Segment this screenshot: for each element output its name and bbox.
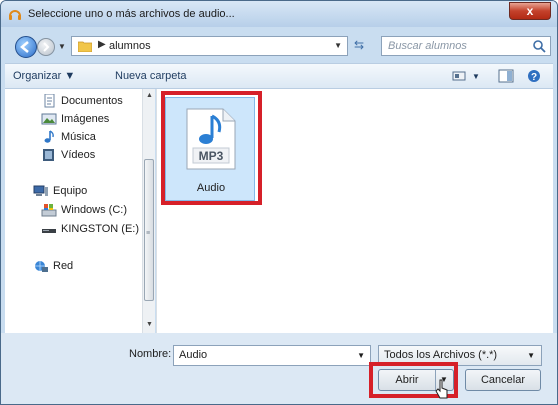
organize-menu[interactable]: Organizar ▼ — [13, 70, 75, 82]
forward-arrow-icon — [43, 42, 50, 52]
document-icon — [44, 94, 55, 108]
music-icon — [44, 130, 54, 143]
back-button[interactable] — [15, 36, 37, 58]
address-dropdown-icon[interactable]: ▼ — [334, 41, 342, 50]
navigation-pane: Documentos Imágenes Música Vídeos Equipo… — [5, 89, 155, 333]
back-arrow-icon — [20, 41, 29, 53]
chevron-down-icon[interactable]: ▼ — [357, 351, 365, 360]
new-folder-button[interactable]: Nueva carpeta — [115, 70, 187, 82]
view-options-icon[interactable] — [452, 69, 466, 83]
mouse-cursor-icon — [435, 379, 448, 399]
file-name-value: Audio — [179, 349, 208, 361]
sidebar-item-equipo[interactable]: Equipo — [33, 182, 87, 200]
search-input[interactable]: Buscar alumnos — [388, 40, 467, 52]
breadcrumb-chevron-icon[interactable]: ▶ — [98, 39, 106, 50]
folder-icon — [78, 41, 92, 52]
cancel-button[interactable]: Cancelar — [465, 369, 541, 391]
drive-icon — [41, 204, 57, 217]
sidebar-item-red[interactable]: Red — [33, 257, 73, 275]
preview-pane-icon[interactable] — [498, 69, 514, 83]
sidebar-item-label: Red — [53, 260, 74, 272]
video-icon — [43, 149, 54, 161]
sidebar-scrollbar[interactable]: ▲ ≡ ▼ — [142, 89, 155, 333]
window-title: Seleccione uno o más archivos de audio..… — [28, 8, 235, 20]
forward-button[interactable] — [37, 38, 55, 56]
view-dropdown-icon[interactable]: ▼ — [472, 72, 480, 81]
computer-icon — [33, 185, 48, 196]
sidebar-item-kingston-e[interactable]: KINGSTON (E:) — [41, 220, 139, 238]
dialog-footer: Nombre: Audio ▼ Todos los Archivos (*.*)… — [1, 333, 557, 404]
sidebar-item-label: Vídeos — [61, 149, 96, 161]
sidebar-item-windows-c[interactable]: Windows (C:) — [41, 201, 127, 219]
sidebar-item-label: Equipo — [53, 185, 88, 197]
refresh-icon[interactable]: ⇆ — [354, 38, 364, 52]
open-button-label: Abrir — [395, 374, 419, 386]
scroll-down-icon[interactable]: ▼ — [146, 321, 153, 328]
sidebar-item-label: Música — [61, 131, 96, 143]
file-list: MP3 Audio — [156, 89, 553, 333]
breadcrumb-current[interactable]: alumnos — [109, 40, 151, 52]
search-box[interactable]: Buscar alumnos — [381, 36, 551, 56]
sidebar-item-musica[interactable]: Música — [41, 128, 96, 146]
headphones-icon — [9, 10, 21, 20]
sidebar-item-label: Imágenes — [61, 113, 110, 125]
sidebar-item-videos[interactable]: Vídeos — [41, 146, 95, 164]
file-name-input[interactable]: Audio ▼ — [173, 345, 371, 366]
chevron-down-icon[interactable]: ▼ — [527, 351, 535, 360]
navigation-bar: ▼ ▶ alumnos ▼ ⇆ Buscar alumnos — [1, 27, 557, 63]
file-name-label: Nombre: — [129, 348, 172, 360]
command-bar: Organizar ▼ Nueva carpeta ▼ ? — [5, 63, 553, 89]
help-icon[interactable]: ? — [527, 69, 541, 83]
file-type-value: Todos los Archivos (*.*) — [384, 349, 498, 361]
title-bar[interactable]: Seleccione uno o más archivos de audio..… — [1, 1, 557, 27]
scroll-grip-icon: ≡ — [146, 230, 151, 237]
close-button[interactable]: x — [509, 2, 551, 20]
sidebar-item-label: Documentos — [61, 95, 123, 107]
sidebar-item-label: KINGSTON (E:) — [61, 223, 140, 235]
address-bar[interactable]: ▶ alumnos ▼ — [71, 36, 348, 56]
network-icon — [35, 261, 48, 272]
highlight-frame-file — [161, 91, 262, 205]
recent-locations-dropdown[interactable]: ▼ — [58, 42, 66, 51]
usb-drive-icon — [42, 229, 56, 233]
scroll-up-icon[interactable]: ▲ — [146, 92, 153, 99]
svg-text:?: ? — [531, 72, 537, 83]
search-icon[interactable] — [532, 39, 546, 53]
sidebar-item-imagenes[interactable]: Imágenes — [41, 110, 109, 128]
file-open-dialog: Seleccione uno o más archivos de audio..… — [0, 0, 558, 405]
image-icon — [41, 113, 57, 125]
sidebar-item-documentos[interactable]: Documentos — [41, 92, 123, 110]
sidebar-item-label: Windows (C:) — [61, 204, 128, 216]
